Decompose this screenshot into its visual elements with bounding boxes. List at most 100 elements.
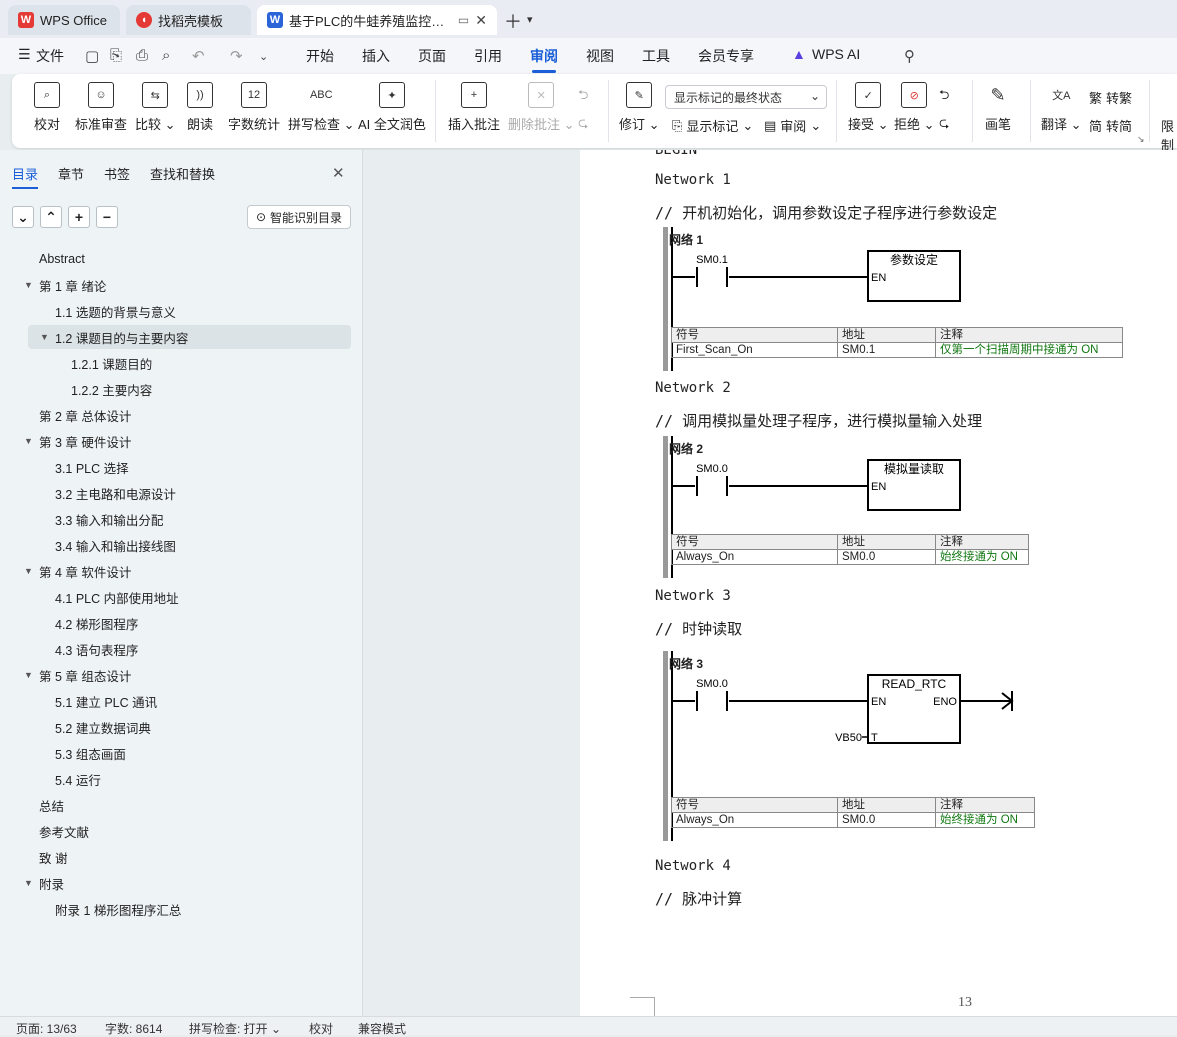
more-chevron-icon[interactable]: ⌄ [259,50,268,63]
toc-item[interactable]: Abstract [0,247,363,271]
toc-item[interactable]: 5.1 建立 PLC 通讯 [0,689,363,713]
menu-references[interactable]: 引用 [474,46,502,66]
add-heading-button[interactable]: + [68,206,90,228]
toc-item[interactable]: 5.3 组态画面 [0,741,363,765]
proofread-button[interactable]: ⌕ 校对 [34,82,60,133]
tab-toc[interactable]: 目录 [12,164,39,189]
prev-comment-icon[interactable]: ⮌ [578,86,588,108]
toc-item[interactable]: ▼ 1.2 课题目的与主要内容 [28,325,351,349]
toc-item[interactable]: 致 谢 [0,845,363,869]
save-icon[interactable]: ▢ [85,47,99,65]
show-markup-button[interactable]: ⎘ 显示标记 ⌄ [672,116,753,135]
pen-button[interactable]: ✎ 画笔 [985,82,1011,133]
tab-list-chevron-icon[interactable]: ▾ [527,13,533,26]
menu-tools[interactable]: 工具 [642,46,670,66]
label: 字数统计 [228,117,281,132]
toc-item[interactable]: 5.2 建立数据词典 [0,715,363,739]
expand-corner-icon[interactable]: ↘ [1137,134,1145,145]
toc-item[interactable]: 4.3 语句表程序 [0,637,363,661]
expand-arrow-icon[interactable]: ▼ [24,670,33,680]
toc-item-label: 3.4 输入和输出接线图 [55,539,176,554]
tab-chapters[interactable]: 章节 [58,164,84,183]
toc-item[interactable]: ▼ 附录 [0,871,363,895]
print-icon[interactable]: ⎙ [136,47,148,64]
spell-check-button[interactable]: ABC 拼写检查 ⌄ [288,82,355,133]
new-tab-icon[interactable]: ＋ [504,8,522,34]
toc-item[interactable]: 1.1 选题的背景与意义 [0,299,363,323]
insert-comment-button[interactable]: + 插入批注 [448,82,500,133]
revise-button[interactable]: ✎ 修订 ⌄ [619,82,660,133]
next-change-icon[interactable]: ⮎ [939,114,949,136]
toc-item[interactable]: 5.4 运行 [0,767,363,791]
review-pane-button[interactable]: ▤ 审阅 ⌄ [764,116,821,135]
expand-arrow-icon[interactable]: ▼ [24,436,33,446]
menu-membership[interactable]: 会员专享 [698,46,754,66]
tab-bookmarks[interactable]: 书签 [104,164,130,183]
toc-item[interactable]: 1.2.2 主要内容 [0,377,363,401]
expand-arrow-icon[interactable]: ▼ [24,280,33,290]
translate-button[interactable]: 文A 翻译 ⌄ [1041,82,1082,133]
toc-item[interactable]: 参考文献 [0,819,363,843]
compare-button[interactable]: ⇆ 比较 ⌄ [135,82,176,133]
toc-item[interactable]: 3.4 输入和输出接线图 [0,533,363,557]
menu-home[interactable]: 开始 [306,46,334,66]
tab-document[interactable]: W 基于PLC的牛蛙养殖监控系统 ▭ ✕ [257,5,497,35]
to-simplified-button[interactable]: 简转简 [1089,116,1132,135]
restrict-button[interactable]: 限制 [1161,116,1177,154]
toc-item[interactable]: ▼ 第 3 章 硬件设计 [0,429,363,453]
markup-state-dropdown[interactable]: 显示标记的最终状态 ⌄ [665,85,827,109]
delete-comment-button[interactable]: ✕ 删除批注 ⌄ [508,82,575,133]
toc-item[interactable]: ▼ 第 4 章 软件设计 [0,559,363,583]
monitor-icon[interactable]: ▭ [458,13,469,27]
toc-item[interactable]: 3.1 PLC 选择 [0,455,363,479]
menu-review[interactable]: 审阅 [530,46,558,73]
toc-item[interactable]: ▼ 第 5 章 组态设计 [0,663,363,687]
toc-item[interactable]: 1.2.1 课题目的 [0,351,363,375]
toc-item[interactable]: 附录 1 梯形图程序汇总 [0,897,363,921]
menu-insert[interactable]: 插入 [362,46,390,66]
expand-arrow-icon[interactable]: ▼ [40,332,49,342]
toc-item[interactable]: 第 2 章 总体设计 [0,403,363,427]
menu-view[interactable]: 视图 [586,46,614,66]
status-page[interactable]: 页面: 13/63 [16,1020,77,1037]
hamburger-icon[interactable]: ☰ [18,46,31,63]
read-aloud-button[interactable]: )) 朗读 [187,82,213,133]
standard-review-button[interactable]: ☺ 标准审查 [75,82,127,133]
toc-item[interactable]: 总结 [0,793,363,817]
status-word-count[interactable]: 字数: 8614 [105,1020,162,1037]
menu-wps-ai[interactable]: WPS AI [812,46,860,62]
status-spell-check[interactable]: 拼写检查: 打开 ⌄ [189,1020,281,1037]
toc-item[interactable]: ▼ 第 1 章 绪论 [0,273,363,297]
menu-page[interactable]: 页面 [418,46,446,66]
expand-all-button[interactable]: ⌄ [12,206,34,228]
redo-icon[interactable]: ↷ [230,47,243,65]
prev-change-icon[interactable]: ⮌ [939,86,949,108]
toc-item[interactable]: 4.2 梯形图程序 [0,611,363,635]
tab-wps-office[interactable]: W WPS Office [8,5,120,35]
toc-item[interactable]: 3.3 输入和输出分配 [0,507,363,531]
close-tab-icon[interactable]: ✕ [475,12,487,29]
word-count-button[interactable]: 12 字数统计 [228,82,280,133]
smart-toc-button[interactable]: ⊙ 智能识别目录 [247,205,351,229]
label: 朗读 [187,117,214,132]
to-traditional-button[interactable]: 繁转繁 [1089,88,1132,107]
reject-button[interactable]: ⊘ 拒绝 ⌄ [894,82,935,133]
toc-item[interactable]: 3.2 主电路和电源设计 [0,481,363,505]
status-proofread[interactable]: 校对 [309,1020,333,1037]
menu-file[interactable]: 文件 [36,46,64,66]
remove-heading-button[interactable]: − [96,206,118,228]
print-preview-icon[interactable]: ⌕ [162,47,170,64]
ai-polish-button[interactable]: ✦ AI 全文润色 [358,82,426,133]
accept-button[interactable]: ✓ 接受 ⌄ [848,82,889,133]
search-icon[interactable]: ⚲ [904,47,915,65]
next-comment-icon[interactable]: ⮎ [578,114,588,136]
close-panel-icon[interactable]: ✕ [332,164,345,182]
export-icon[interactable]: ⎘ [110,47,122,64]
expand-arrow-icon[interactable]: ▼ [24,878,33,888]
expand-arrow-icon[interactable]: ▼ [24,566,33,576]
tab-find-replace[interactable]: 查找和替换 [150,164,215,183]
tab-template[interactable]: ◖ 找稻壳模板 [126,5,251,35]
toc-item[interactable]: 4.1 PLC 内部使用地址 [0,585,363,609]
collapse-all-button[interactable]: ⌃ [40,206,62,228]
undo-icon[interactable]: ↶ [192,47,205,65]
